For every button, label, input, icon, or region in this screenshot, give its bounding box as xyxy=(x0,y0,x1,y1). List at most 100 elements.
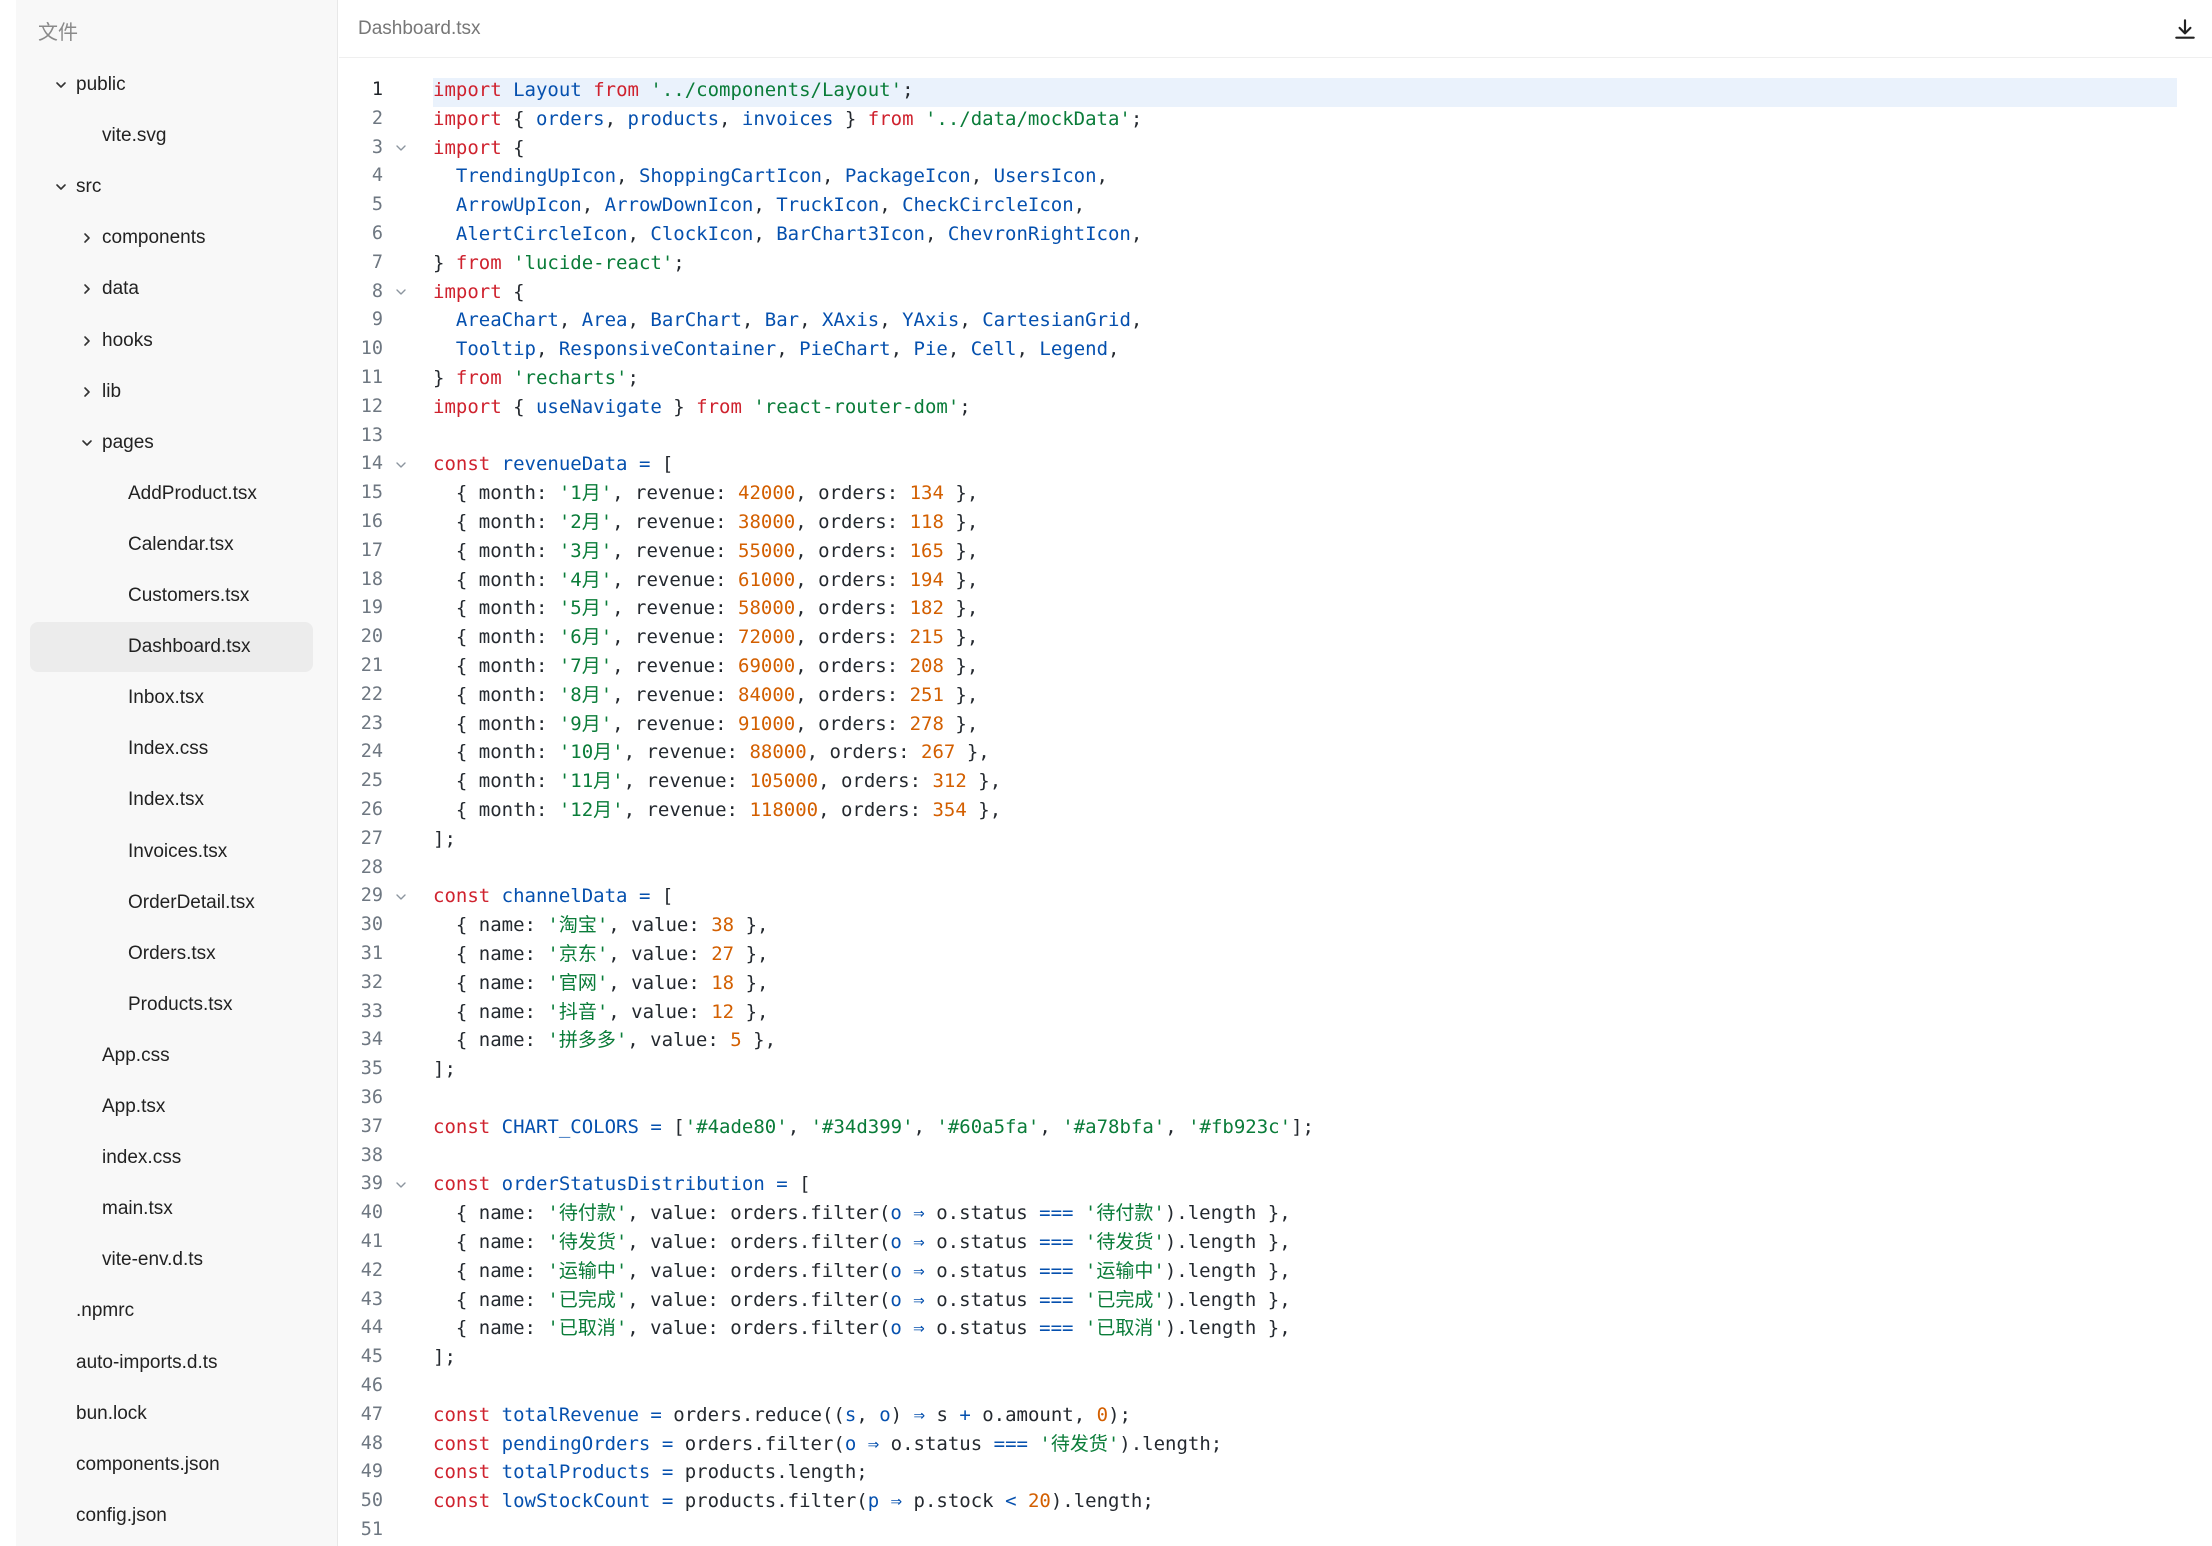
tree-item[interactable]: auto-imports.d.ts xyxy=(30,1338,313,1388)
chevron-right-icon[interactable] xyxy=(78,229,96,247)
code-token: 0 xyxy=(1096,1403,1109,1426)
tree-item[interactable]: Invoices.tsx xyxy=(30,827,313,877)
code-line[interactable]: 5 ArrowUpIcon, ArrowDownIcon, TruckIcon,… xyxy=(339,191,2179,220)
tree-item[interactable]: src xyxy=(30,162,313,212)
code-line[interactable]: 19 { month: '5月', revenue: 58000, orders… xyxy=(339,594,2179,623)
tree-item[interactable]: pages xyxy=(30,418,313,468)
tree-item[interactable]: config.json xyxy=(30,1491,313,1541)
code-token: , xyxy=(719,107,742,130)
code-token: '2月' xyxy=(558,511,613,533)
tree-item[interactable]: Index.tsx xyxy=(30,775,313,825)
tree-item[interactable]: vite-env.d.ts xyxy=(30,1235,313,1285)
code-token: 251 xyxy=(909,683,944,706)
code-line[interactable]: 14 const revenueData = [ xyxy=(339,450,2179,479)
code-line[interactable]: 21 { month: '7月', revenue: 69000, orders… xyxy=(339,652,2179,681)
tree-item[interactable]: hooks xyxy=(30,316,313,366)
code-line[interactable]: 4 TrendingUpIcon, ShoppingCartIcon, Pack… xyxy=(339,162,2179,191)
code-line[interactable]: 26 { month: '12月', revenue: 118000, orde… xyxy=(339,796,2179,825)
tree-item[interactable]: main.tsx xyxy=(30,1184,313,1234)
code-line[interactable]: 30 { name: '淘宝', value: 38 }, xyxy=(339,911,2179,940)
tree-item[interactable]: index.css xyxy=(30,1133,313,1183)
tree-item[interactable]: public xyxy=(30,60,313,110)
tree-item[interactable]: Dashboard.tsx xyxy=(30,622,313,673)
tree-item[interactable]: OrderDetail.tsx xyxy=(30,878,313,928)
code-token: }, xyxy=(741,1029,777,1052)
code-line[interactable]: 44 { name: '已取消', value: orders.filter(o… xyxy=(339,1314,2179,1343)
tree-item[interactable]: Calendar.tsx xyxy=(30,520,313,570)
code-line[interactable]: 40 { name: '待付款', value: orders.filter(o… xyxy=(339,1199,2179,1228)
code-line[interactable]: 15 { month: '1月', revenue: 42000, orders… xyxy=(339,479,2179,508)
code-line[interactable]: 42 { name: '运输中', value: orders.filter(o… xyxy=(339,1257,2179,1286)
code-line[interactable]: 43 { name: '已完成', value: orders.filter(o… xyxy=(339,1286,2179,1315)
code-line[interactable]: 7} from 'lucide-react'; xyxy=(339,249,2179,278)
code-line[interactable]: 50 const lowStockCount = products.filter(… xyxy=(339,1487,2179,1516)
tree-item[interactable]: App.tsx xyxy=(30,1082,313,1132)
code-line[interactable]: 6 AlertCircleIcon, ClockIcon, BarChart3I… xyxy=(339,220,2179,249)
tree-item[interactable]: Inbox.tsx xyxy=(30,673,313,723)
code-line[interactable]: 47 const totalRevenue = orders.reduce((s,… xyxy=(339,1401,2179,1430)
code-line[interactable]: 23 { month: '9月', revenue: 91000, orders… xyxy=(339,710,2179,739)
fold-chevron-icon[interactable] xyxy=(392,450,410,479)
tree-item[interactable]: Index.css xyxy=(30,724,313,774)
code-line[interactable]: 28 xyxy=(339,854,2179,883)
chevron-down-icon[interactable] xyxy=(52,76,70,94)
tree-item[interactable]: AddProduct.tsx xyxy=(30,469,313,519)
code-line[interactable]: 34 { name: '拼多多', value: 5 }, xyxy=(339,1026,2179,1055)
code-line[interactable]: 49 const totalProducts = products.length; xyxy=(339,1458,2179,1487)
code-line[interactable]: 32 { name: '官网', value: 18 }, xyxy=(339,969,2179,998)
tree-item[interactable]: vite.svg xyxy=(30,111,313,161)
code-line[interactable]: 37 const CHART_COLORS = ['#4ade80', '#34d… xyxy=(339,1113,2179,1142)
fold-chevron-icon[interactable] xyxy=(392,134,410,163)
code-line[interactable]: 18 { month: '4月', revenue: 61000, orders… xyxy=(339,566,2179,595)
code-line[interactable]: 22 { month: '8月', revenue: 84000, orders… xyxy=(339,681,2179,710)
tree-item[interactable]: components.json xyxy=(30,1440,313,1490)
code-line[interactable]: 41 { name: '待发货', value: orders.filter(o… xyxy=(339,1228,2179,1257)
code-line[interactable]: 10 Tooltip, ResponsiveContainer, PieChar… xyxy=(339,335,2179,364)
code-line[interactable]: 39 const orderStatusDistribution = [ xyxy=(339,1170,2179,1199)
tree-item[interactable]: data xyxy=(30,264,313,314)
fold-chevron-icon[interactable] xyxy=(392,1170,410,1199)
code-line[interactable]: 51 xyxy=(339,1516,2179,1545)
tree-item[interactable]: App.css xyxy=(30,1031,313,1081)
code-line[interactable]: 31 { name: '京东', value: 27 }, xyxy=(339,940,2179,969)
tree-item[interactable]: components xyxy=(30,213,313,263)
tree-item[interactable]: Products.tsx xyxy=(30,980,313,1030)
code-line[interactable]: 9 AreaChart, Area, BarChart, Bar, XAxis,… xyxy=(339,306,2179,335)
tree-item[interactable]: Orders.tsx xyxy=(30,929,313,979)
download-icon[interactable] xyxy=(2172,16,2198,42)
code-line[interactable]: 33 { name: '抖音', value: 12 }, xyxy=(339,998,2179,1027)
code-line[interactable]: 46 xyxy=(339,1372,2179,1401)
code-line[interactable]: 25 { month: '11月', revenue: 105000, orde… xyxy=(339,767,2179,796)
code-line[interactable]: 2 import { orders, products, invoices } f… xyxy=(339,105,2179,134)
code-token: , xyxy=(890,338,914,361)
chevron-right-icon[interactable] xyxy=(78,332,96,350)
code-line[interactable]: 17 { month: '3月', revenue: 55000, orders… xyxy=(339,537,2179,566)
tree-item[interactable]: lib xyxy=(30,367,313,417)
chevron-right-icon[interactable] xyxy=(78,383,96,401)
code-line[interactable]: 48 const pendingOrders = orders.filter(o … xyxy=(339,1430,2179,1459)
code-line[interactable]: 3 import { xyxy=(339,134,2179,163)
fold-chevron-icon[interactable] xyxy=(392,882,410,911)
fold-chevron-icon[interactable] xyxy=(392,278,410,307)
code-line[interactable]: 45]; xyxy=(339,1343,2179,1372)
code-line[interactable]: 8 import { xyxy=(339,278,2179,307)
chevron-down-icon[interactable] xyxy=(78,434,96,452)
code-line[interactable]: 11} from 'recharts'; xyxy=(339,364,2179,393)
code-line[interactable]: 1 import Layout from '../components/Layou… xyxy=(339,76,2179,105)
code-line[interactable]: 20 { month: '6月', revenue: 72000, orders… xyxy=(339,623,2179,652)
code-line[interactable]: 38 xyxy=(339,1142,2179,1171)
code-line[interactable]: 35]; xyxy=(339,1055,2179,1084)
chevron-right-icon[interactable] xyxy=(78,280,96,298)
code-line[interactable]: 27]; xyxy=(339,825,2179,854)
tree-item[interactable]: bun.lock xyxy=(30,1389,313,1439)
tree-item[interactable]: Customers.tsx xyxy=(30,571,313,621)
code-line[interactable]: 13 xyxy=(339,422,2179,451)
tree-item[interactable]: .npmrc xyxy=(30,1286,313,1336)
code-line[interactable]: 12 import { useNavigate } from 'react-rou… xyxy=(339,393,2179,422)
code-line[interactable]: 16 { month: '2月', revenue: 38000, orders… xyxy=(339,508,2179,537)
code-line[interactable]: 24 { month: '10月', revenue: 88000, order… xyxy=(339,738,2179,767)
chevron-down-icon[interactable] xyxy=(52,178,70,196)
code-line[interactable]: 29 const channelData = [ xyxy=(339,882,2179,911)
code-line[interactable]: 36 xyxy=(339,1084,2179,1113)
